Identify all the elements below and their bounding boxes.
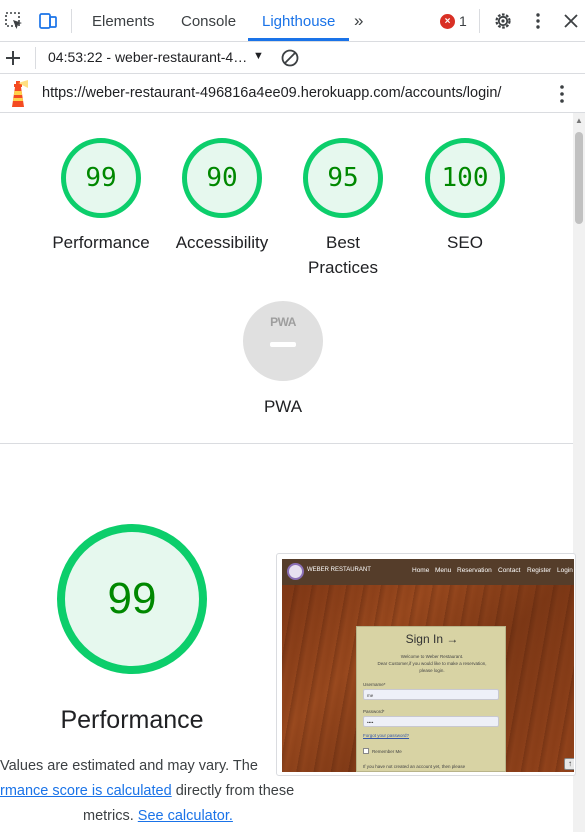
performance-label[interactable]: Performance — [36, 230, 166, 255]
performance-score: 99 — [85, 163, 117, 193]
site-remember-label: Remember Me — [372, 749, 402, 754]
site-navbar: WEBER RESTAURANT Home Menu Reservation C… — [282, 559, 574, 585]
pwa-not-applicable-dash — [270, 342, 296, 347]
performance-description-line2: rmance score is calculated directly from… — [0, 779, 294, 804]
section-divider — [0, 443, 573, 444]
performance-large-gauge: 99 — [57, 524, 207, 674]
site-instructions: please login. — [419, 668, 445, 673]
page-screenshot: WEBER RESTAURANT Home Menu Reservation C… — [282, 559, 574, 772]
best-practices-gauge[interactable]: 95 — [303, 138, 383, 218]
lighthouse-toolbar: 04:53:22 - weber-restaurant-4… ▼ — [0, 42, 585, 74]
site-signin-title: Sign In → — [405, 632, 459, 646]
error-count[interactable]: 1 — [459, 13, 467, 29]
more-tabs-button[interactable]: » — [354, 0, 363, 42]
error-icon[interactable]: × — [440, 14, 455, 29]
device-toolbar-icon[interactable] — [38, 11, 58, 31]
accessibility-gauge[interactable]: 90 — [182, 138, 262, 218]
clear-block-icon[interactable] — [280, 48, 300, 68]
seo-label[interactable]: SEO — [400, 230, 530, 255]
report-url-bar: https://weber-restaurant-496816a4ee09.he… — [0, 74, 585, 113]
site-signin-card: Sign In → Welcome to Weber Restaurant. D… — [356, 626, 506, 772]
toolbar-divider — [35, 47, 36, 69]
pwa-gauge[interactable]: PWA — [243, 301, 323, 381]
close-icon[interactable] — [561, 11, 581, 31]
lighthouse-logo-icon — [12, 80, 28, 107]
back-to-top-icon: ↑ — [564, 758, 574, 770]
see-calculator-link[interactable]: See calculator. — [138, 808, 233, 824]
performance-large-score: 99 — [107, 574, 157, 623]
description-text: metrics. — [83, 808, 138, 824]
more-options-icon[interactable] — [528, 11, 548, 31]
site-remember-checkbox — [363, 748, 369, 754]
final-screenshot-thumbnail[interactable]: WEBER RESTAURANT Home Menu Reservation C… — [276, 553, 576, 776]
site-password-label: Password* — [363, 709, 385, 714]
report-menu-icon[interactable] — [552, 83, 572, 105]
performance-heading: Performance — [60, 706, 204, 734]
site-nav-register: Register — [527, 567, 552, 574]
best-practices-label[interactable]: Best Practices — [293, 230, 393, 280]
active-tab-indicator — [248, 38, 349, 41]
performance-description-line3: metrics. See calculator. — [83, 804, 233, 829]
site-nav-reservation: Reservation — [457, 567, 492, 574]
performance-gauge[interactable]: 99 — [61, 138, 141, 218]
tab-elements[interactable]: Elements — [92, 0, 155, 42]
seo-score: 100 — [441, 163, 489, 193]
accessibility-label[interactable]: Accessibility — [157, 230, 287, 255]
best-practices-score: 95 — [327, 163, 359, 193]
devtools-tabbar: Elements Console Lighthouse » × 1 — [0, 0, 585, 42]
toolbar-divider — [71, 9, 72, 33]
pwa-label[interactable]: PWA — [218, 394, 348, 419]
site-forgot-password-link: Forgot your password? — [363, 733, 410, 738]
site-username-label: Username* — [363, 682, 386, 687]
new-report-plus-icon[interactable] — [3, 48, 23, 68]
site-brand: WEBER RESTAURANT — [307, 567, 371, 573]
scrollbar-thumb[interactable] — [575, 132, 583, 224]
site-password-field: •••• — [363, 716, 499, 727]
tab-lighthouse[interactable]: Lighthouse — [262, 0, 335, 42]
report-url[interactable]: https://weber-restaurant-496816a4ee09.he… — [42, 85, 501, 101]
description-text: directly from these — [171, 783, 295, 799]
accessibility-score: 90 — [206, 163, 238, 193]
site-signup-text: If you have not created an account yet, … — [363, 764, 466, 769]
pwa-logo-icon: PWA — [270, 315, 296, 329]
scroll-up-arrow-icon[interactable]: ▲ — [575, 116, 583, 125]
seo-gauge[interactable]: 100 — [425, 138, 505, 218]
site-welcome-text: Welcome to Weber Restaurant. — [400, 654, 464, 659]
score-calculation-link[interactable]: rmance score is calculated — [0, 783, 172, 799]
site-nav-home: Home — [412, 567, 430, 574]
site-instructions: Dear Customer,if you would like to make … — [377, 661, 487, 666]
dropdown-arrow-icon[interactable]: ▼ — [253, 50, 264, 62]
site-username-field: me — [363, 689, 499, 700]
site-logo-icon — [287, 563, 304, 580]
settings-gear-icon[interactable] — [493, 11, 513, 31]
site-nav-contact: Contact — [498, 567, 521, 574]
inspect-element-icon[interactable] — [4, 11, 24, 31]
tab-console[interactable]: Console — [181, 0, 236, 42]
site-nav-login: Login — [557, 567, 573, 574]
performance-description-line1: Values are estimated and may vary. The — [0, 758, 258, 774]
site-nav-menu: Menu — [435, 567, 452, 574]
report-selector[interactable]: 04:53:22 - weber-restaurant-4… — [48, 49, 253, 65]
toolbar-divider — [479, 9, 480, 33]
